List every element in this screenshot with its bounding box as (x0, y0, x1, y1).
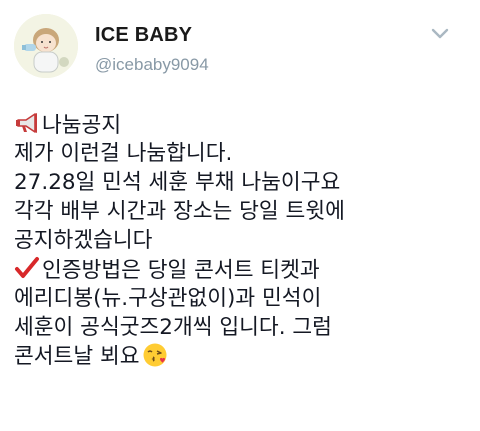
tweet-line-2: 제가 이런걸 나눔합니다. (14, 141, 233, 166)
kiss-face-icon (142, 342, 168, 368)
tweet-line-6: 인증방법은 당일 콘서트 티켓과 (14, 255, 474, 284)
chevron-down-icon[interactable] (430, 26, 450, 40)
tweet-line-9-text: 콘서트날 뵈요 (14, 344, 140, 369)
avatar-illustration (14, 14, 78, 78)
display-name[interactable]: ICE BABY (95, 24, 192, 47)
tweet-line-9: 콘서트날 뵈요 (14, 342, 474, 371)
user-handle[interactable]: @icebaby9094 (95, 55, 209, 75)
tweet-line-5: 공지하겠습니다 (14, 228, 153, 253)
avatar[interactable] (14, 14, 78, 78)
tweet-line-7: 에리디봉(뉴.구상관없이)과 민석이 (14, 286, 322, 311)
tweet-line-1-text: 나눔공지 (42, 113, 122, 138)
tweet-line-4: 각각 배부 시간과 장소는 당일 트윗에 (14, 199, 345, 224)
tweet-header: ICE BABY @icebaby9094 (0, 0, 480, 90)
tweet-line-1: 나눔공지 (14, 110, 474, 139)
check-mark-icon (14, 255, 40, 281)
tweet-text: 나눔공지 제가 이런걸 나눔합니다. 27.28일 민석 세훈 부채 나눔이구요… (14, 110, 474, 371)
tweet-line-8: 세훈이 공식굿즈2개씩 입니다. 그럼 (14, 315, 332, 340)
tweet-line-3: 27.28일 민석 세훈 부채 나눔이구요 (14, 170, 341, 195)
megaphone-icon (14, 110, 40, 136)
tweet-line-6-text: 인증방법은 당일 콘서트 티켓과 (42, 258, 320, 283)
